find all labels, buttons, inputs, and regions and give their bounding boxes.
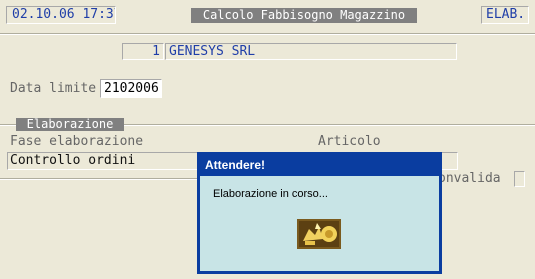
fase-elaborazione-field: Controllo ordini xyxy=(7,152,202,170)
window-title: Calcolo Fabbisogno Magazzino xyxy=(191,8,417,23)
bottom-divider xyxy=(0,178,200,180)
fase-elaborazione-label: Fase elaborazione xyxy=(10,134,144,149)
company-code-field: 1 xyxy=(122,43,164,60)
dialog-title: Attendere! xyxy=(200,155,439,176)
progress-animation-icon xyxy=(297,219,341,249)
convalida-label: onvalida xyxy=(438,171,501,186)
datetime-field: 02.10.06 17:37 xyxy=(6,6,116,24)
company-name-field: GENESYS SRL xyxy=(165,43,457,60)
data-limite-label: Data limite xyxy=(10,81,97,96)
dialog-message: Elaborazione in corso... xyxy=(213,188,328,200)
convalida-checkbox[interactable] xyxy=(514,171,525,187)
section-title: Elaborazione xyxy=(16,118,124,131)
header-divider xyxy=(0,33,535,35)
articolo-label: Articolo xyxy=(318,134,381,149)
progress-dialog: Attendere! Elaborazione in corso... xyxy=(197,152,442,274)
data-limite-input[interactable]: 2102006 xyxy=(100,79,162,98)
mode-indicator: ELAB. xyxy=(481,6,529,24)
